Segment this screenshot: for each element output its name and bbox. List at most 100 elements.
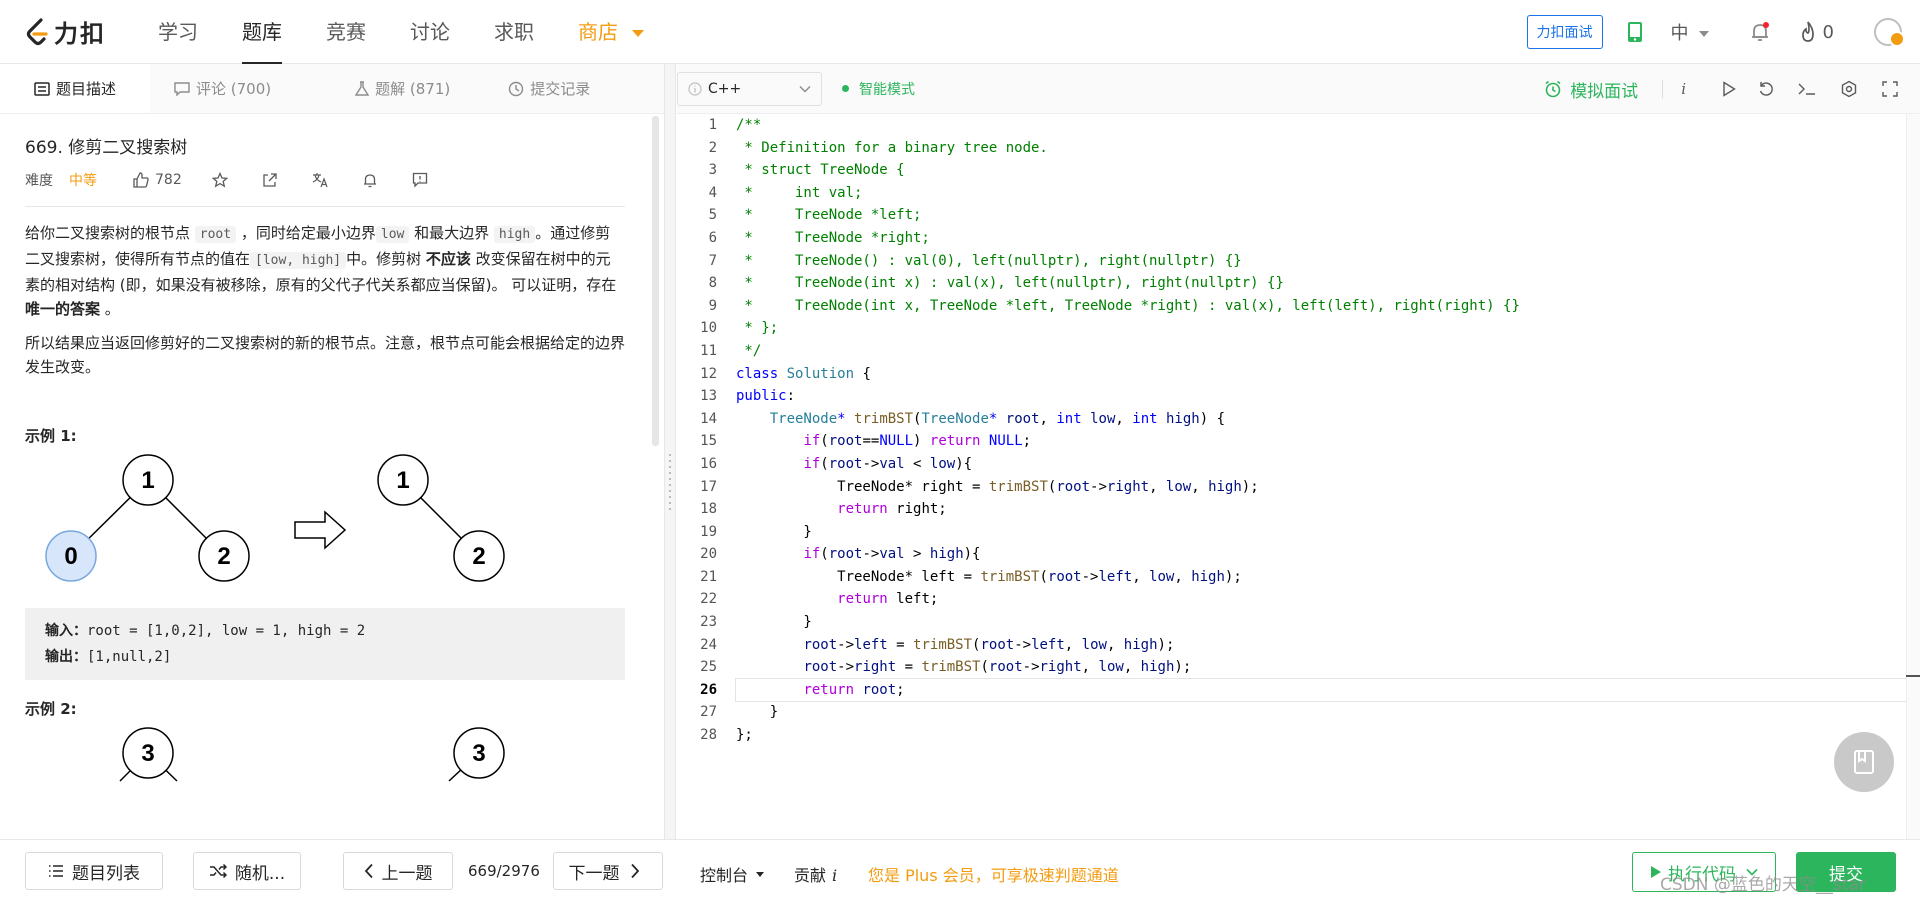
- line-number: 19: [700, 523, 717, 540]
- streak-count: 0: [1822, 21, 1834, 43]
- line-number: 6: [708, 229, 717, 246]
- code-line[interactable]: * TreeNode *right;: [736, 227, 1916, 250]
- notification-bell-icon[interactable]: [1749, 21, 1771, 43]
- code-token: high: [1140, 659, 1175, 676]
- code-line[interactable]: return left;: [736, 588, 1916, 611]
- info-icon[interactable]: i: [1681, 80, 1686, 98]
- tab-comments[interactable]: 评论 (700): [150, 64, 295, 113]
- pane-resize-handle[interactable]: [664, 64, 676, 839]
- input-label: 输入：: [45, 623, 87, 639]
- terminal-icon[interactable]: [1798, 82, 1816, 96]
- code-editor[interactable]: 1 2 3 4 5 6 7 8 9 10 11 12 13 14 15 16 17 18 19 20 21 22 23 24 2…: [677, 114, 1920, 839]
- code-line[interactable]: return root;: [735, 677, 1917, 703]
- code-line[interactable]: };: [736, 724, 1916, 747]
- nav-store[interactable]: 商店: [556, 0, 666, 64]
- description-scrollbar[interactable]: [652, 116, 659, 446]
- reset-icon[interactable]: [1758, 81, 1774, 97]
- streak-fire[interactable]: 0: [1799, 21, 1834, 43]
- translate-icon[interactable]: [312, 172, 328, 188]
- code-line[interactable]: * struct TreeNode {: [736, 159, 1916, 182]
- code-line[interactable]: }: [736, 521, 1916, 544]
- code-line[interactable]: if(root==NULL) return NULL;: [736, 430, 1916, 453]
- code-line[interactable]: TreeNode* left = trimBST(root->left, low…: [736, 566, 1916, 589]
- nav-discuss[interactable]: 讨论: [388, 0, 472, 64]
- star-icon[interactable]: [211, 172, 228, 188]
- code-line[interactable]: class Solution {: [736, 363, 1916, 386]
- code-line[interactable]: /**: [736, 114, 1916, 137]
- line-number: 8: [708, 275, 717, 292]
- tab-solutions-label: 题解 (871): [375, 80, 451, 98]
- tab-description[interactable]: 题目描述: [0, 64, 151, 113]
- code-line[interactable]: * Definition for a binary tree node.: [736, 137, 1916, 160]
- line-number: 20: [700, 546, 717, 563]
- console-toggle[interactable]: 控制台: [700, 862, 765, 886]
- problem-list-button[interactable]: 题目列表: [25, 852, 163, 890]
- nav-jobs[interactable]: 求职: [472, 0, 556, 64]
- next-problem-button[interactable]: 下一题: [553, 852, 663, 890]
- play-icon[interactable]: [1722, 81, 1736, 97]
- code-line[interactable]: public:: [736, 385, 1916, 408]
- fullscreen-icon[interactable]: [1882, 81, 1898, 97]
- code-token: return: [929, 433, 981, 450]
- code-line[interactable]: root->right = trimBST(root->right, low, …: [736, 656, 1916, 679]
- settings-gear-icon[interactable]: [1840, 80, 1858, 98]
- code-line[interactable]: TreeNode* right = trimBST(root->right, l…: [736, 476, 1916, 499]
- code-token: ){: [955, 455, 973, 472]
- language-switch[interactable]: 中: [1671, 19, 1709, 45]
- code-token: ->: [1090, 478, 1107, 495]
- code-line[interactable]: * TreeNode(int x) : val(x), left(nullptr…: [736, 272, 1916, 295]
- code-lines[interactable]: /** * Definition for a binary tree node.…: [735, 114, 1917, 747]
- bell-icon[interactable]: [362, 172, 378, 188]
- avatar[interactable]: [1874, 18, 1905, 47]
- thumbs-up-icon: [133, 172, 149, 188]
- code-token: high: [1208, 478, 1242, 495]
- code-line[interactable]: }: [736, 611, 1916, 634]
- feedback-icon[interactable]: [412, 172, 428, 188]
- tab-solutions[interactable]: 题解 (871): [331, 64, 474, 113]
- nav-contest[interactable]: 竞赛: [304, 0, 388, 64]
- mobile-app-icon[interactable]: [1627, 21, 1643, 43]
- like-button[interactable]: [133, 172, 149, 188]
- language-select[interactable]: C++: [677, 71, 822, 106]
- example-input-line: 输入：root = [1,0,2], low = 1, high = 2: [45, 618, 605, 644]
- smart-mode-toggle[interactable]: 智能模式: [842, 79, 915, 99]
- code-token: high: [929, 546, 964, 563]
- nav-problemset[interactable]: 题库: [220, 0, 304, 64]
- code-line[interactable]: if(root->val > high){: [736, 543, 1916, 566]
- prev-problem-button[interactable]: 上一题: [343, 852, 453, 890]
- leetcode-interview-button[interactable]: 力扣面试: [1526, 15, 1603, 49]
- notes-book-button[interactable]: [1834, 732, 1894, 792]
- code-line[interactable]: * TreeNode *left;: [736, 204, 1916, 227]
- code-token: *: [837, 410, 846, 427]
- code-line[interactable]: * int val;: [736, 182, 1916, 205]
- leetcode-logo[interactable]: 力扣: [24, 14, 106, 49]
- line-number: 22: [700, 591, 717, 608]
- code-line[interactable]: */: [736, 340, 1916, 363]
- code-line[interactable]: TreeNode* trimBST(TreeNode* root, int lo…: [736, 408, 1916, 431]
- line-number: 14: [700, 410, 717, 427]
- problem-title: 669. 修剪二叉搜索树: [25, 138, 188, 158]
- code-line[interactable]: * };: [736, 317, 1916, 340]
- clock-icon: [509, 81, 524, 96]
- code-line[interactable]: }: [736, 701, 1916, 724]
- code-line[interactable]: if(root->val < low){: [736, 453, 1916, 476]
- problem-description-pane: 669. 修剪二叉搜索树 难度 中等 782 给你二叉搜索树的根节点 root …: [0, 114, 652, 839]
- code-line[interactable]: root->left = trimBST(root->left, low, hi…: [736, 634, 1916, 657]
- random-problem-button[interactable]: 随机...: [193, 852, 301, 890]
- tab-submissions[interactable]: 提交记录: [484, 64, 614, 113]
- code-token: ,: [1039, 410, 1057, 427]
- code-line[interactable]: * TreeNode() : val(0), left(nullptr), ri…: [736, 250, 1916, 273]
- drag-grip-icon: [669, 454, 671, 514]
- editor-scrollbar[interactable]: [1906, 114, 1920, 839]
- logo-text: 力扣: [54, 20, 106, 48]
- share-icon[interactable]: [262, 172, 278, 188]
- nav-learn[interactable]: 学习: [136, 0, 220, 64]
- code-line[interactable]: return right;: [736, 498, 1916, 521]
- code-token: trimBST: [913, 636, 973, 653]
- mock-interview-button[interactable]: 模拟面试: [1544, 77, 1638, 102]
- tab-comments-label: 评论 (700): [196, 80, 272, 98]
- contribute-button[interactable]: 贡献 i: [794, 862, 837, 886]
- code-line[interactable]: * TreeNode(int x, TreeNode *left, TreeNo…: [736, 295, 1916, 318]
- code-token: (: [820, 546, 829, 563]
